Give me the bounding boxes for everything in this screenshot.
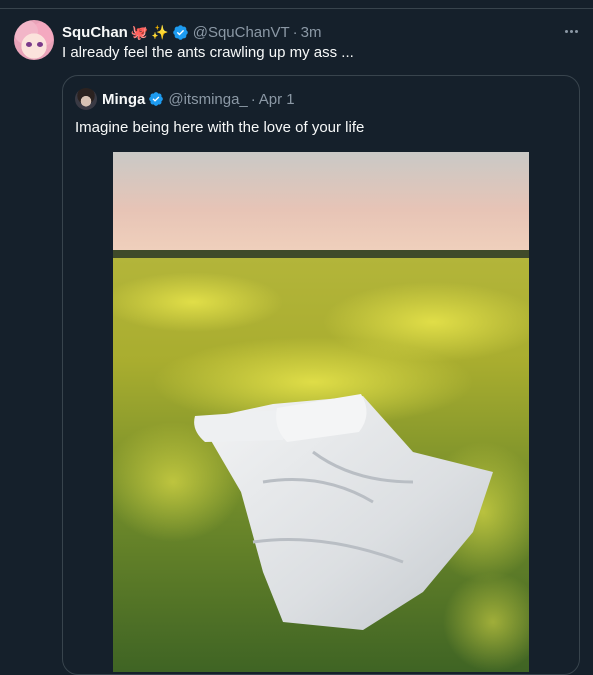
tweet[interactable]: SquChan 🐙 ✨ @SquChanVT · 3m I already fe… xyxy=(0,9,593,675)
more-options-icon[interactable] xyxy=(561,21,581,41)
sparkles-emoji: ✨ xyxy=(151,24,169,40)
quote-handle[interactable]: @itsminga_ xyxy=(168,91,247,108)
bed-in-flower-field-photo[interactable] xyxy=(113,152,529,672)
display-name[interactable]: SquChan xyxy=(62,24,128,41)
octopus-emoji: 🐙 xyxy=(130,24,149,40)
quoted-tweet[interactable]: Minga @itsminga_ · Apr 1 Imagine being h… xyxy=(62,75,580,675)
verified-badge-icon[interactable] xyxy=(148,91,164,107)
quote-timestamp[interactable]: Apr 1 xyxy=(259,91,295,108)
separator-dot: · xyxy=(250,90,256,108)
separator-dot: · xyxy=(292,23,298,41)
tweet-header: SquChan 🐙 ✨ @SquChanVT · 3m xyxy=(62,22,322,42)
handle[interactable]: @SquChanVT xyxy=(193,24,290,41)
timestamp[interactable]: 3m xyxy=(301,24,322,41)
quote-avatar[interactable] xyxy=(75,88,97,110)
verified-badge-icon[interactable] xyxy=(172,24,189,41)
quote-header: Minga @itsminga_ · Apr 1 xyxy=(75,88,295,110)
quote-display-name[interactable]: Minga xyxy=(102,91,145,108)
quote-text: Imagine being here with the love of your… xyxy=(75,119,365,136)
avatar-eye-left xyxy=(26,42,32,47)
avatar[interactable] xyxy=(14,20,54,60)
avatar-eye-right xyxy=(37,42,43,47)
tweet-text: I already feel the ants crawling up my a… xyxy=(62,44,354,61)
